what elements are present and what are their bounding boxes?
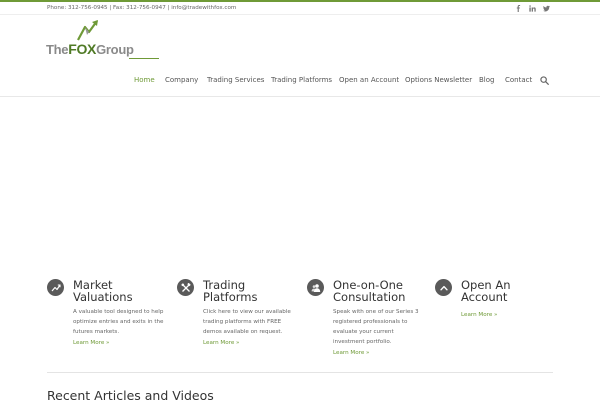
site-header: TheFOXGroup Home Company Trading Service… [0,15,600,97]
logo-mark-icon [77,20,98,41]
nav-open-account[interactable]: Open an Account [339,73,399,87]
nav-home[interactable]: Home [134,73,155,87]
feature-title: Market Valuations [73,278,133,304]
facebook-icon[interactable] [513,3,523,13]
nav-blog[interactable]: Blog [479,73,494,87]
main-nav: Home Company Trading Services Trading Pl… [0,73,600,87]
users-icon [307,279,324,296]
learn-more-link[interactable]: Learn More » [333,350,369,356]
nav-trading-platforms[interactable]: Trading Platforms [271,73,332,87]
nav-trading-services[interactable]: Trading Services [207,73,264,87]
twitter-icon[interactable] [541,3,551,13]
search-icon[interactable] [540,76,549,85]
feature-title: Trading Platforms [203,278,258,304]
feature-title: Open An Account [461,278,511,304]
chevron-up-icon [435,279,452,296]
feature-description: Speak with one of our Series 3 registered… [333,309,419,345]
fox-group-logo[interactable]: TheFOXGroup [46,19,162,59]
nav-company[interactable]: Company [165,73,198,87]
top-bar: Phone: 312-756-0945 | Fax: 312-756-0947 … [0,2,600,15]
learn-more-link[interactable]: Learn More » [203,340,239,346]
nav-contact[interactable]: Contact [505,73,532,87]
tools-icon [177,279,194,296]
contact-info: Phone: 312-756-0945 | Fax: 312-756-0947 … [47,5,237,11]
logo-wordmark: TheFOXGroup [46,41,134,57]
feature-title: One-on-One Consultation [333,278,406,304]
learn-more-link[interactable]: Learn More » [73,340,109,346]
recent-articles-heading: Recent Articles and Videos [47,388,214,400]
logo-underline [129,58,159,59]
chart-icon [47,279,64,296]
learn-more-link[interactable]: Learn More » [461,312,497,318]
section-divider [47,372,553,373]
feature-description: A valuable tool designed to help optimize… [73,309,164,335]
feature-description: Click here to view our available trading … [203,309,291,335]
linkedin-icon[interactable] [527,3,537,13]
hero-banner [0,98,600,268]
nav-options-newsletter[interactable]: Options Newsletter [405,73,472,87]
